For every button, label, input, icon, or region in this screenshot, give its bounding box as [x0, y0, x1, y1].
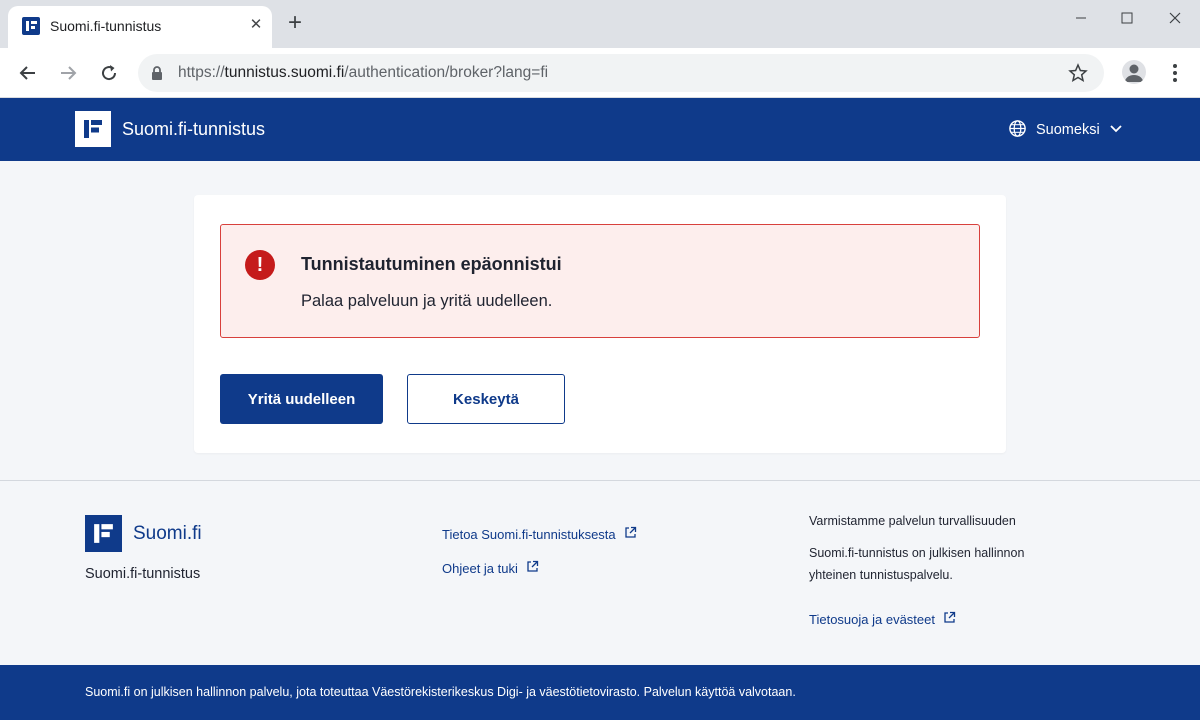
browser-tab-strip: Suomi.fi-tunnistus ✕ + [0, 0, 1200, 48]
new-tab-icon[interactable]: + [283, 11, 307, 36]
back-arrow-icon[interactable] [16, 61, 40, 85]
address-bar[interactable]: https://tunnistus.suomi.fi/authenticatio… [138, 54, 1104, 92]
bookmark-star-icon[interactable] [1068, 63, 1088, 88]
url-host: tunnistus.suomi.fi [224, 64, 345, 81]
reload-icon[interactable] [97, 61, 121, 85]
minimize-icon[interactable] [1058, 4, 1104, 32]
external-link-icon [624, 526, 637, 542]
browser-tab[interactable]: Suomi.fi-tunnistus ✕ [8, 6, 272, 48]
maximize-icon[interactable] [1104, 4, 1150, 32]
footer-link-about[interactable]: Tietoa Suomi.fi-tunnistuksesta [442, 526, 637, 542]
security-text-line-2: yhteinen tunnistuspalvelu. [809, 568, 953, 582]
footer-divider [0, 480, 1200, 481]
url-text: https://tunnistus.suomi.fi/authenticatio… [178, 64, 548, 82]
url-path: /authentication/broker?lang=fi [344, 64, 549, 81]
language-selector[interactable]: Suomeksi [1008, 119, 1123, 142]
footer-link-label: Tietoa Suomi.fi-tunnistuksesta [442, 526, 616, 542]
security-heading: Varmistamme palvelun turvallisuuden [809, 514, 1016, 528]
tab-close-icon[interactable]: ✕ [246, 15, 266, 35]
chevron-down-icon [1109, 122, 1123, 138]
language-label: Suomeksi [1036, 122, 1100, 138]
footer-brand: Suomi.fi [133, 523, 202, 544]
alert-text: Palaa palveluun ja yritä uudelleen. [301, 292, 553, 310]
error-card: ! Tunnistautuminen epäonnistui Palaa pal… [194, 195, 1006, 453]
footer-subtitle: Suomi.fi-tunnistus [85, 566, 201, 582]
lock-icon [151, 66, 163, 85]
profile-avatar-icon[interactable] [1122, 60, 1146, 84]
error-exclamation-icon: ! [245, 250, 275, 280]
browser-toolbar: https://tunnistus.suomi.fi/authenticatio… [0, 48, 1200, 98]
suomi-fi-logo-icon[interactable] [75, 111, 111, 147]
retry-button[interactable]: Yritä uudelleen [220, 374, 383, 424]
external-link-icon [943, 611, 956, 627]
alert-title: Tunnistautuminen epäonnistui [301, 254, 562, 274]
url-scheme: https:// [178, 64, 225, 81]
security-text-line-1: Suomi.fi-tunnistus on julkisen hallinnon [809, 546, 1025, 560]
footer-link-privacy[interactable]: Tietosuoja ja evästeet [809, 611, 956, 627]
window-close-icon[interactable] [1152, 4, 1198, 32]
globe-icon [1008, 119, 1027, 142]
more-menu-icon[interactable] [1164, 61, 1186, 85]
external-link-icon [526, 560, 539, 576]
footer-bottom-bar: Suomi.fi on julkisen hallinnon palvelu, … [0, 665, 1200, 720]
footer-link-help[interactable]: Ohjeet ja tuki [442, 560, 539, 576]
header-title: Suomi.fi-tunnistus [122, 119, 266, 139]
suomi-fi-favicon-icon [22, 17, 40, 35]
footer-logo-icon[interactable] [85, 515, 122, 552]
footer-link-label: Tietosuoja ja evästeet [809, 611, 935, 627]
forward-arrow-icon[interactable] [56, 61, 80, 85]
cancel-button[interactable]: Keskeytä [407, 374, 565, 424]
site-header: Suomi.fi-tunnistus Suomeksi [0, 98, 1200, 161]
footer-link-label: Ohjeet ja tuki [442, 560, 518, 576]
footer-legal-text: Suomi.fi on julkisen hallinnon palvelu, … [85, 685, 796, 699]
tab-title: Suomi.fi-tunnistus [50, 18, 162, 34]
error-alert: ! Tunnistautuminen epäonnistui Palaa pal… [220, 224, 980, 338]
